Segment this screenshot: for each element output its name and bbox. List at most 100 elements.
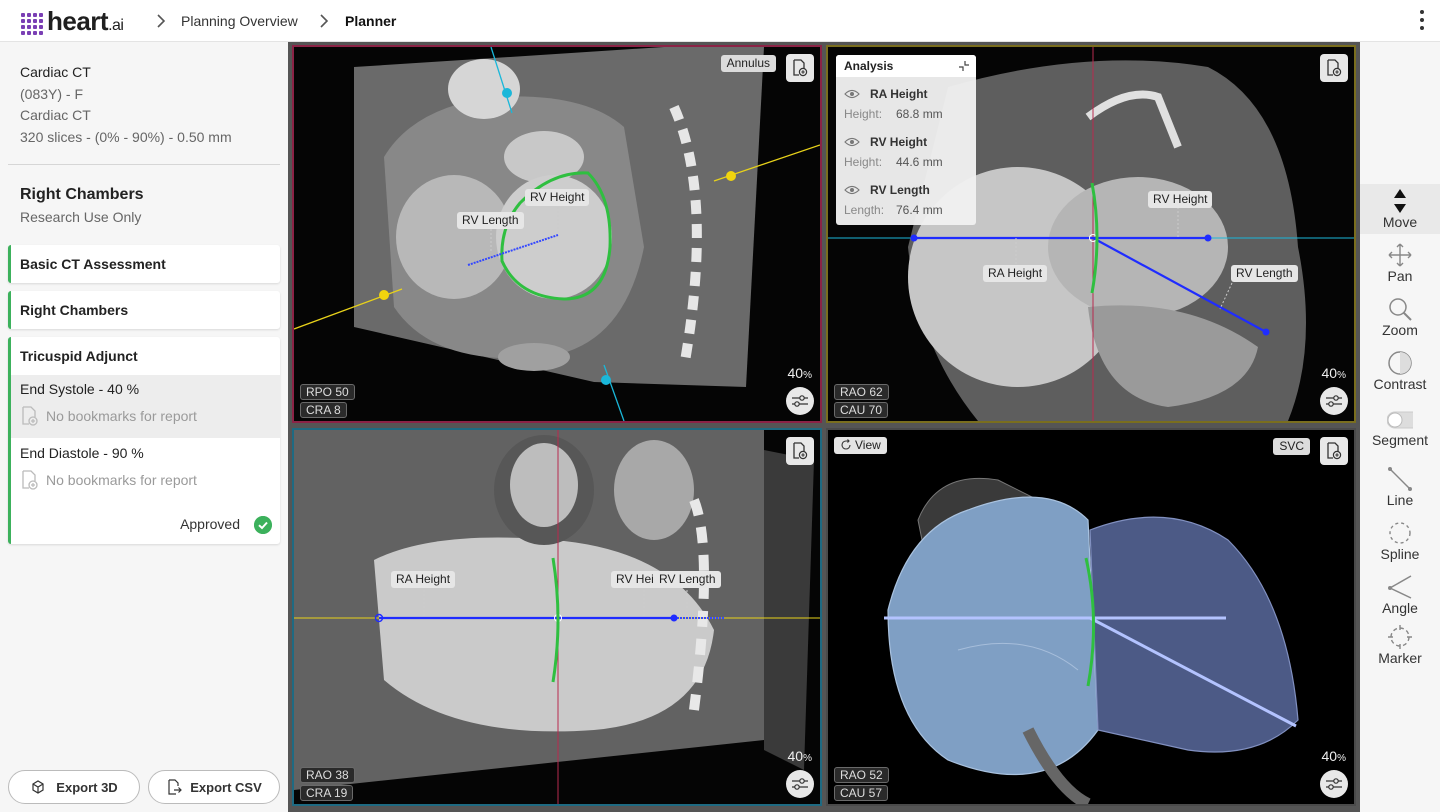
study-modality: Cardiac CT (20, 64, 91, 80)
step-label: Basic CT Assessment (20, 256, 166, 272)
analysis-item-value: 44.6 mm (896, 155, 943, 169)
left-panel: Cardiac CT (083Y) - F Cardiac CT 320 sli… (0, 42, 288, 812)
view-toggle[interactable]: View (834, 437, 887, 454)
tool-segment[interactable]: Segment (1360, 402, 1440, 452)
rv-height-label[interactable]: RV Height (1148, 191, 1213, 208)
ra-height-label[interactable]: RA Height (983, 265, 1048, 282)
viewport-bottom-right-3d[interactable]: View SVC RAO 52 CAU 57 40% (826, 428, 1356, 806)
export-3d-button[interactable]: Export 3D (8, 770, 140, 804)
divider (8, 164, 280, 165)
analysis-item-label: Length: (844, 203, 885, 217)
analysis-item-label: Height: (844, 155, 883, 169)
chevron-right-icon (157, 14, 166, 28)
eye-icon[interactable] (844, 137, 860, 147)
analysis-item-name: RV Length (870, 183, 930, 197)
angle-readout-1: RAO 62 (834, 384, 889, 400)
viewport-settings-icon[interactable] (1320, 770, 1348, 798)
tool-angle[interactable]: Angle (1360, 570, 1440, 620)
viewport-bottom-left[interactable]: RA Height RV Heig RV Length RAO 38 CRA 1… (292, 428, 822, 806)
rv-length-label[interactable]: RV Length (654, 571, 721, 588)
eye-icon[interactable] (844, 89, 860, 99)
more-menu-icon[interactable] (1418, 10, 1426, 34)
line-icon (1388, 467, 1412, 491)
study-info: Cardiac CT (083Y) - F Cardiac CT 320 sli… (20, 62, 232, 148)
viewport-settings-icon[interactable] (786, 770, 814, 798)
step-label: Right Chambers (20, 302, 129, 318)
zoom-icon (1389, 298, 1412, 321)
phase-end-diastole[interactable]: End Diastole - 90 % No bookmarks for rep… (11, 439, 280, 502)
brand-logo[interactable]: heart.ai (21, 8, 124, 39)
zoom-level: 40% (787, 748, 812, 764)
add-bookmark-icon[interactable] (1320, 437, 1348, 465)
bookmark-add-icon (22, 470, 38, 490)
rv-length-label[interactable]: RV Length (1231, 265, 1298, 282)
tool-line[interactable]: Line (1360, 462, 1440, 512)
analysis-panel[interactable]: Analysis RA Height Height: 68.8 mm RV He… (836, 55, 976, 225)
rv-length-label[interactable]: RV Length (457, 212, 524, 229)
svc-tag[interactable]: SVC (1273, 438, 1310, 455)
tool-label: Pan (1387, 268, 1413, 284)
tool-move[interactable]: Move (1360, 184, 1440, 234)
tool-zoom[interactable]: Zoom (1360, 292, 1440, 342)
ct-slice-image (294, 47, 820, 421)
eye-icon[interactable] (844, 185, 860, 195)
tool-label: Marker (1378, 650, 1422, 666)
move-icon (1394, 189, 1406, 213)
ra-height-label[interactable]: RA Height (391, 571, 456, 588)
chevron-right-icon (320, 14, 329, 28)
zoom-level: 40% (1321, 748, 1346, 764)
viewport-settings-icon[interactable] (1320, 387, 1348, 415)
3d-heart-render (828, 430, 1354, 804)
annulus-tag[interactable]: Annulus (720, 55, 776, 72)
angle-readout-2: CAU 70 (834, 402, 889, 418)
step-card-right-chambers[interactable]: Right Chambers (8, 291, 280, 329)
phase-end-systole[interactable]: End Systole - 40 % No bookmarks for repo… (11, 375, 280, 438)
tool-label: Spline (1380, 546, 1420, 562)
add-bookmark-icon[interactable] (1320, 54, 1348, 82)
zoom-level: 40% (1321, 365, 1346, 381)
pan-icon (1388, 243, 1412, 267)
phase-name: End Diastole - 90 % (20, 445, 144, 461)
app-header: heart.ai Planning Overview Planner (0, 0, 1440, 42)
breadcrumb-planner: Planner (345, 13, 397, 29)
tool-pan[interactable]: Pan (1360, 238, 1440, 288)
phase-name: End Systole - 40 % (20, 381, 140, 397)
collapse-icon[interactable] (958, 60, 970, 72)
angle-readout-2: CAU 57 (834, 785, 889, 801)
step-card-basic-ct[interactable]: Basic CT Assessment (8, 245, 280, 283)
ct-slice-image (294, 430, 820, 804)
viewport-top-left[interactable]: RV Length RV Height Annulus RPO 50 CRA 8… (292, 45, 822, 423)
analysis-item-value: 68.8 mm (896, 107, 943, 121)
analysis-item-name: RA Height (870, 87, 928, 101)
tool-label: Angle (1382, 600, 1418, 616)
tool-contrast[interactable]: Contrast (1360, 346, 1440, 396)
cube-export-icon (32, 780, 44, 794)
phase-note: No bookmarks for report (46, 472, 197, 488)
section-subtitle: Research Use Only (20, 209, 142, 225)
add-bookmark-icon[interactable] (786, 437, 814, 465)
analysis-item-value: 76.4 mm (896, 203, 943, 217)
rv-height-label[interactable]: RV Height (525, 189, 590, 206)
step-card-tricuspid-adjunct[interactable]: Tricuspid Adjunct End Systole - 40 % No … (8, 337, 280, 544)
contrast-icon (1388, 351, 1412, 375)
export-csv-button[interactable]: Export CSV (148, 770, 280, 804)
rotate-icon (841, 439, 851, 450)
breadcrumb-planning-overview[interactable]: Planning Overview (181, 13, 298, 29)
file-export-icon (168, 779, 183, 795)
add-bookmark-icon[interactable] (786, 54, 814, 82)
section-title: Right Chambers (20, 186, 144, 203)
zoom-level: 40% (787, 365, 812, 381)
angle-readout-1: RAO 52 (834, 767, 889, 783)
step-label: Tricuspid Adjunct (20, 348, 138, 364)
check-circle-icon (254, 516, 272, 534)
export-3d-label: Export 3D (56, 779, 118, 795)
analysis-title: Analysis (836, 55, 976, 77)
viewport-top-right[interactable]: RV Height RA Height RV Length Analysis R… (826, 45, 1356, 423)
study-patient: (083Y) - F (20, 85, 84, 102)
angle-readout-1: RPO 50 (300, 384, 355, 400)
tool-marker[interactable]: Marker (1360, 620, 1440, 670)
study-series: Cardiac CT (20, 107, 91, 123)
tool-spline[interactable]: Spline (1360, 516, 1440, 566)
tool-label: Segment (1371, 432, 1429, 448)
viewport-settings-icon[interactable] (786, 387, 814, 415)
